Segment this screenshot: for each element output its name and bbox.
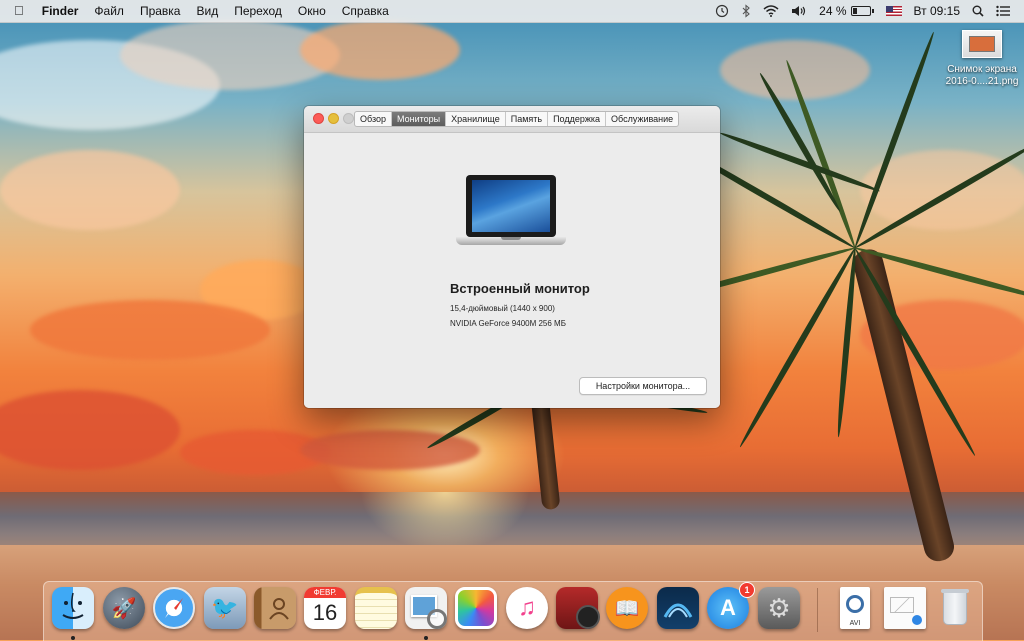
battery-status[interactable]: 24 % (813, 0, 879, 22)
close-button[interactable] (313, 113, 324, 124)
desktop-file-name-line1: Снимок экрана (947, 64, 1017, 75)
finder-icon (52, 587, 94, 629)
calendar-day: 16 (312, 600, 338, 625)
gear-icon: ⚙ (758, 587, 800, 629)
menu-window[interactable]: Окно (290, 0, 334, 22)
battery-icon (850, 6, 871, 16)
mac-app-icon (657, 587, 699, 629)
mail-icon: 🐦 (204, 587, 246, 629)
dock-photo-booth[interactable] (556, 587, 600, 629)
running-indicator (424, 636, 428, 640)
dock-itunes[interactable]: ♫ (506, 587, 548, 629)
monitor-size: 15,4-дюймовый (1440 x 900) (450, 304, 555, 313)
dock-app-store[interactable]: A 1 (707, 582, 755, 629)
desktop-file-name-line2: 2016-0....21.png (945, 76, 1019, 87)
apple-icon[interactable]:  (0, 0, 34, 22)
minimize-button[interactable] (328, 113, 339, 124)
monitor-title: Встроенный монитор (450, 281, 590, 296)
display-settings-button[interactable]: Настройки монитора... (579, 377, 707, 395)
tab-bar: Обзор Мониторы Хранилище Память Поддержк… (354, 111, 680, 127)
dock-avi-document[interactable]: AVI (834, 587, 876, 629)
dock-photos[interactable] (455, 587, 497, 629)
tab-storage[interactable]: Хранилище (445, 112, 505, 126)
dock-ibooks[interactable]: 📖 (606, 587, 648, 629)
clock[interactable]: Вт 09:15 (908, 0, 966, 22)
calendar-month: ФЕВР. (304, 587, 346, 598)
input-source[interactable] (880, 6, 908, 16)
time-machine-icon[interactable] (709, 4, 735, 18)
dock-system-preferences[interactable]: ⚙ (758, 587, 800, 629)
menu-bar:  Finder Файл Правка Вид Переход Окно Сп… (0, 0, 1024, 23)
window-titlebar[interactable]: Обзор Мониторы Хранилище Память Поддержк… (304, 106, 720, 133)
photo-booth-icon (556, 587, 600, 629)
tab-overview[interactable]: Обзор (355, 112, 391, 126)
dock-separator (817, 588, 818, 632)
menu-go[interactable]: Переход (226, 0, 290, 22)
dock-notes[interactable] (355, 587, 397, 629)
dock-mac-app[interactable] (657, 587, 699, 629)
dock-contacts[interactable] (254, 587, 296, 629)
us-flag-icon (885, 6, 902, 16)
menu-edit[interactable]: Правка (132, 0, 189, 22)
dock: 🚀 🐦 ФЕВР. 16 ♫ 📖 A 1 ⚙ AVI (43, 581, 983, 641)
battery-percent: 24 % (819, 4, 847, 18)
image-file-icon (962, 30, 1002, 58)
photos-icon (455, 587, 497, 629)
running-indicator (71, 636, 75, 640)
desktop-file-screenshot[interactable]: Снимок экрана 2016-0....21.png (940, 30, 1024, 88)
dock-finder[interactable] (52, 587, 94, 640)
menu-help[interactable]: Справка (334, 0, 397, 22)
bluetooth-icon[interactable] (735, 4, 757, 18)
tab-service[interactable]: Обслуживание (605, 112, 678, 126)
tab-memory[interactable]: Память (504, 112, 547, 126)
tab-displays[interactable]: Мониторы (391, 112, 446, 126)
preview-icon (405, 587, 447, 629)
menu-file[interactable]: Файл (86, 0, 132, 22)
calendar-icon: ФЕВР. 16 (304, 587, 346, 629)
zoom-button (343, 113, 354, 124)
safari-icon (153, 587, 195, 629)
dock-mail[interactable]: 🐦 (204, 587, 246, 629)
dock-preview[interactable] (405, 587, 447, 640)
volume-icon[interactable] (785, 5, 813, 17)
monitor-gpu: NVIDIA GeForce 9400M 256 МБ (450, 319, 566, 328)
avi-document-icon: AVI (840, 587, 870, 629)
dock-calendar[interactable]: ФЕВР. 16 (304, 587, 346, 629)
dock-mail-document[interactable] (884, 587, 926, 629)
dock-safari[interactable] (153, 587, 195, 629)
update-badge: 1 (739, 582, 755, 598)
spotlight-icon[interactable] (966, 5, 990, 17)
macbook-icon (456, 175, 566, 255)
tab-support[interactable]: Поддержка (547, 112, 605, 126)
notes-icon (355, 587, 397, 629)
launchpad-icon: 🚀 (103, 587, 145, 629)
contacts-icon (254, 587, 296, 629)
dock-trash[interactable] (934, 587, 976, 629)
avi-label: AVI (849, 620, 861, 627)
notification-center-icon[interactable] (990, 5, 1016, 17)
menu-view[interactable]: Вид (188, 0, 226, 22)
dock-launchpad[interactable]: 🚀 (103, 587, 145, 629)
wifi-icon[interactable] (757, 5, 785, 17)
itunes-icon: ♫ (506, 587, 548, 629)
menu-app-name[interactable]: Finder (34, 0, 87, 22)
trash-icon (934, 587, 976, 629)
displays-pane: Встроенный монитор 15,4-дюймовый (1440 x… (304, 133, 720, 408)
document-icon (884, 587, 926, 629)
ibooks-icon: 📖 (606, 587, 648, 629)
about-this-mac-window: Обзор Мониторы Хранилище Память Поддержк… (304, 106, 720, 408)
